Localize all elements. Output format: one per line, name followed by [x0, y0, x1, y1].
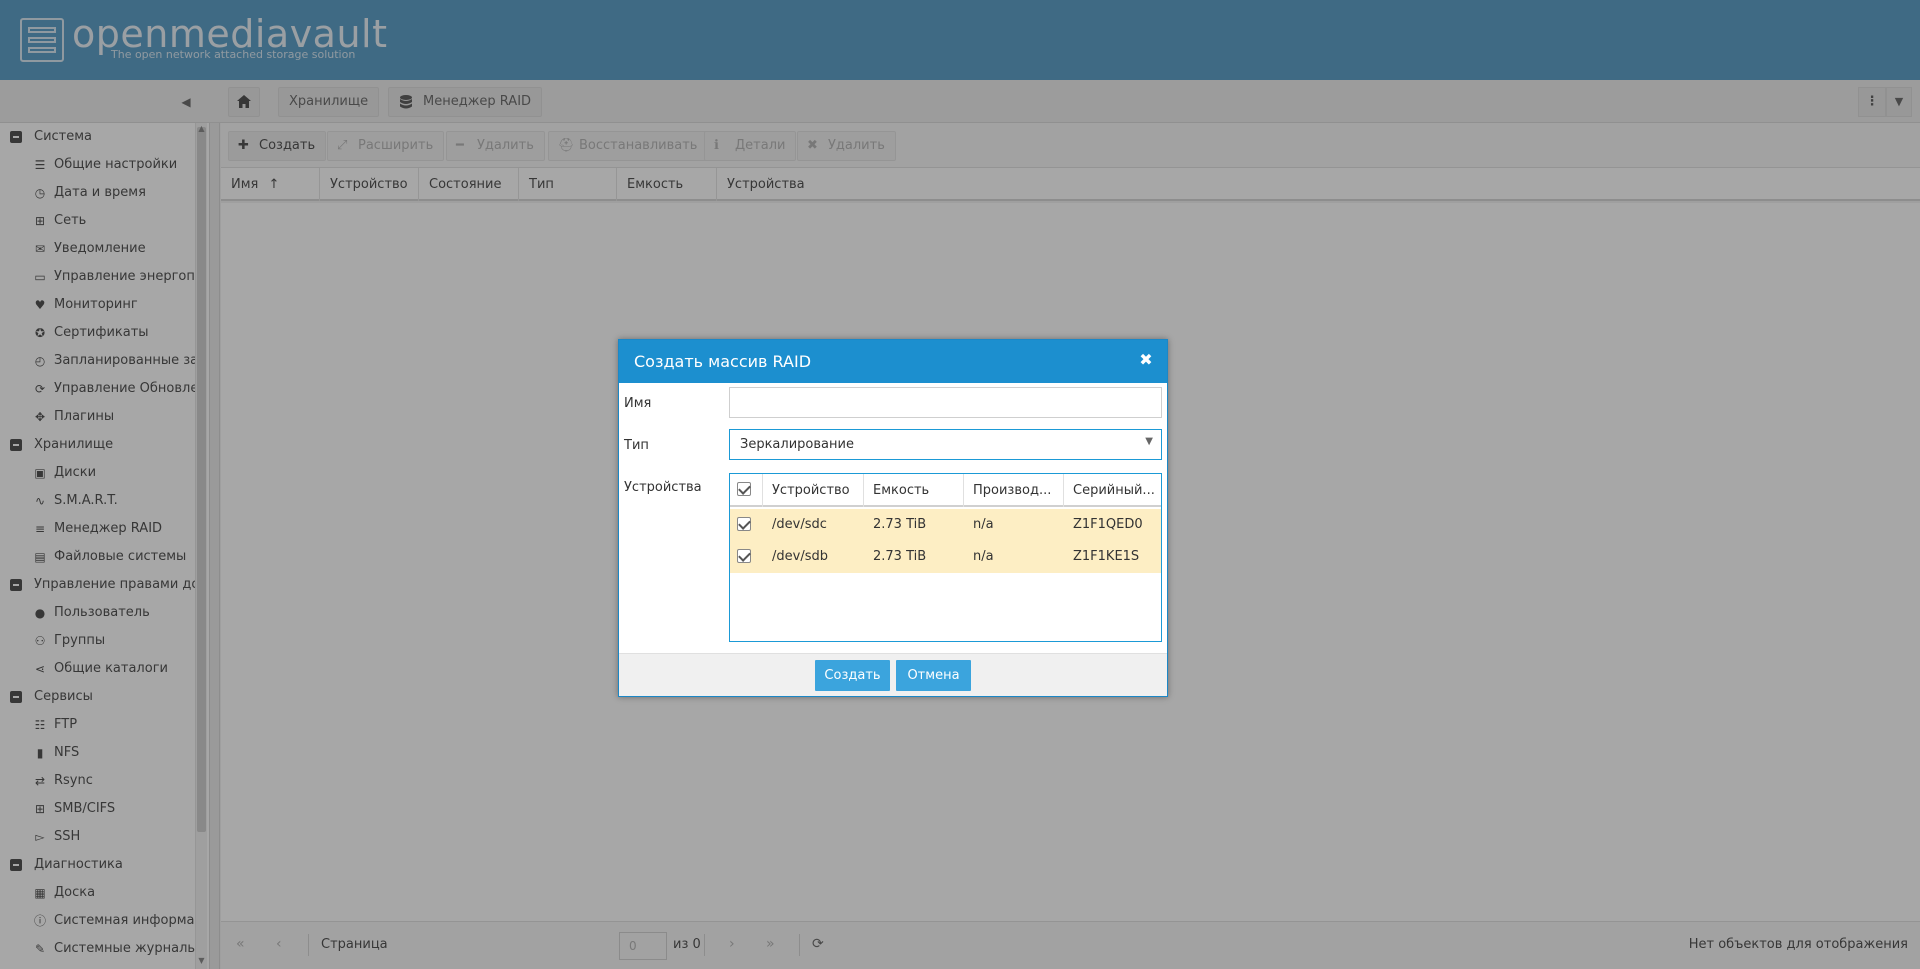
- column-serial[interactable]: Серийный...: [1064, 474, 1161, 507]
- capacity-cell: 2.73 TiB: [873, 549, 927, 564]
- device-cell: /dev/sdc: [772, 517, 827, 532]
- dialog-cancel-button[interactable]: Отмена: [896, 660, 971, 691]
- dialog-header: Создать массив RAID ✖: [619, 340, 1167, 383]
- serial-cell: Z1F1QED0: [1073, 517, 1143, 532]
- dialog-title: Создать массив RAID: [634, 352, 812, 371]
- devices-grid: Устройство Емкость Производ... Серийный.…: [729, 473, 1162, 642]
- name-field[interactable]: [729, 387, 1162, 418]
- type-select[interactable]: Зеркалирование ▼: [729, 429, 1162, 460]
- serial-cell: Z1F1KE1S: [1073, 549, 1140, 564]
- column-device[interactable]: Устройство: [763, 474, 864, 507]
- devices-label: Устройства: [624, 480, 702, 495]
- table-row[interactable]: /dev/sdc 2.73 TiB n/a Z1F1QED0: [730, 509, 1161, 541]
- type-select-value: Зеркалирование: [740, 437, 854, 452]
- devices-grid-header: Устройство Емкость Производ... Серийный.…: [730, 474, 1161, 507]
- name-label: Имя: [624, 396, 652, 411]
- column-vendor[interactable]: Производ...: [964, 474, 1064, 507]
- row-checkbox[interactable]: [737, 549, 751, 563]
- vendor-cell: n/a: [973, 517, 994, 532]
- close-icon[interactable]: ✖: [1137, 351, 1155, 369]
- row-checkbox[interactable]: [737, 517, 751, 531]
- table-row[interactable]: /dev/sdb 2.73 TiB n/a Z1F1KE1S: [730, 541, 1161, 573]
- select-all-checkbox[interactable]: [730, 474, 763, 507]
- type-label: Тип: [624, 438, 649, 453]
- capacity-cell: 2.73 TiB: [873, 517, 927, 532]
- create-raid-dialog: Создать массив RAID ✖ Имя Тип Зеркалиров…: [618, 339, 1168, 697]
- chevron-down-icon[interactable]: ▼: [1145, 436, 1153, 447]
- column-capacity[interactable]: Емкость: [864, 474, 964, 507]
- dialog-footer: Создать Отмена: [619, 653, 1167, 696]
- dialog-create-button[interactable]: Создать: [815, 660, 890, 691]
- vendor-cell: n/a: [973, 549, 994, 564]
- device-cell: /dev/sdb: [772, 549, 828, 564]
